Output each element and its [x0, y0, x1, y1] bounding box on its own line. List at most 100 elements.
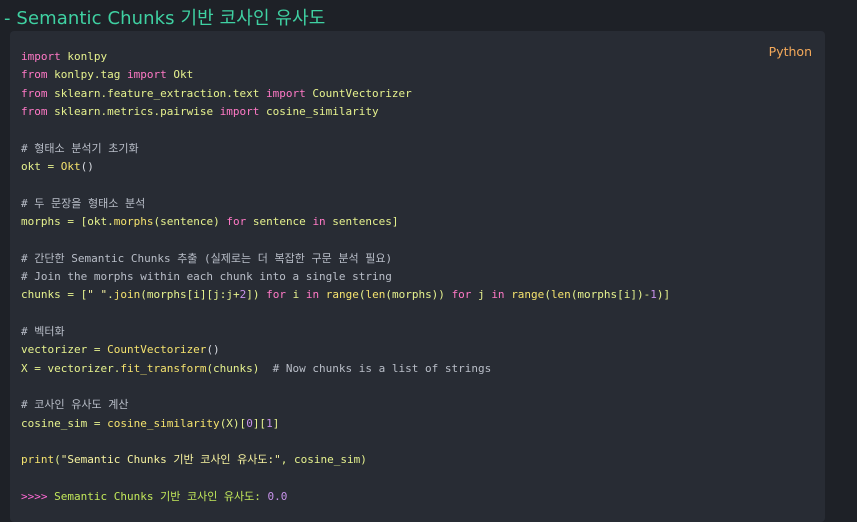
code-token: "Semantic Chunks 기반 코사인 유사도:" — [60, 453, 281, 467]
code-token: import — [21, 50, 61, 63]
code-token: ][ — [252, 416, 267, 430]
code-line: vectorizer = CountVectorizer() — [21, 341, 670, 359]
code-token: # 두 문장을 형태소 분석 — [21, 196, 146, 210]
code-line: >>>> Semantic Chunks 기반 코사인 유사도: 0.0 — [21, 488, 670, 506]
code-line: # 두 문장을 형태소 분석 — [21, 195, 670, 213]
code-token: okt = — [21, 159, 61, 173]
code-token: for — [451, 288, 472, 302]
code-token: cosine_sim = — [21, 416, 108, 430]
code-token: ( — [54, 453, 61, 467]
code-token: from — [21, 68, 48, 82]
code-token: for — [226, 214, 247, 228]
code-line: cosine_sim = cosine_similarity(X)[0][1] — [21, 415, 670, 433]
code-token: range — [511, 288, 545, 302]
code-token: # Now chunks is a list of strings — [272, 361, 492, 375]
code-token: # 형태소 분석기 초기화 — [21, 141, 139, 155]
code-token: 0.0 — [267, 489, 288, 503]
code-block: Python import konlpy from konlpy.tag impo… — [10, 31, 825, 522]
code-token: (sentence) — [153, 214, 227, 228]
code-token: Semantic Chunks 기반 코사인 유사도: — [54, 489, 268, 503]
code-token: import — [219, 104, 260, 118]
code-line: # Join the morphs within each chunk into… — [21, 268, 670, 286]
code-token: (morphs[i][j:j+ — [140, 288, 240, 302]
code-content: import konlpy from konlpy.tag import Okt f… — [21, 48, 670, 506]
code-line: # 형태소 분석기 초기화 — [21, 140, 670, 158]
code-token: >>>> — [21, 489, 55, 503]
code-line: from konlpy.tag import Okt — [21, 66, 670, 84]
code-token: print — [21, 453, 55, 467]
section-heading: - Semantic Chunks 기반 코사인 유사도 — [4, 8, 326, 29]
code-token: (morphs)) — [385, 288, 452, 302]
code-token: X = vectorizer. — [21, 361, 121, 375]
code-token: # 간단한 Semantic Chunks 추출 (실제로는 더 복잡한 구문 … — [21, 251, 393, 265]
code-token: import — [126, 68, 167, 82]
code-line: import konlpy — [21, 48, 670, 66]
code-line: print("Semantic Chunks 기반 코사인 유사도:", cos… — [21, 451, 670, 469]
code-token: ] — [272, 416, 280, 430]
code-line: from sklearn.feature_extraction.text imp… — [21, 85, 670, 103]
code-token: CountVectorizer — [305, 86, 412, 100]
code-line: from sklearn.metrics.pairwise import cos… — [21, 103, 670, 121]
code-token: cosine_similarity — [259, 104, 379, 118]
code-token: konlpy.tag — [47, 68, 127, 82]
code-token: # Join the morphs within each chunk into… — [21, 269, 392, 283]
code-token: in — [491, 288, 505, 302]
code-language-label: Python — [768, 44, 812, 59]
code-token: range — [325, 288, 359, 302]
code-line: okt = Okt() — [21, 158, 670, 176]
code-line: chunks = [" ".join(morphs[i][j:j+2]) for… — [21, 286, 670, 304]
code-token: i — [285, 288, 306, 302]
code-token: Okt — [166, 68, 194, 82]
code-token: (chunks) — [206, 361, 273, 375]
code-token: sentence — [246, 214, 313, 228]
code-token: " " — [87, 288, 108, 302]
code-token: len — [365, 288, 386, 302]
code-token: # 코사인 유사도 계산 — [21, 398, 129, 412]
code-token: ( — [544, 288, 551, 302]
code-token: 0 — [246, 416, 253, 430]
code-line: # 벡터화 — [21, 323, 670, 341]
code-token: (X)[ — [219, 416, 247, 430]
code-line: # 코사인 유사도 계산 — [21, 396, 670, 414]
code-token: from — [21, 104, 48, 118]
code-token: vectorizer = — [21, 343, 108, 357]
code-token: in — [312, 214, 326, 228]
code-token: for — [266, 288, 286, 302]
code-token: () — [80, 159, 94, 173]
code-token: j — [471, 288, 492, 302]
code-token: 1 — [650, 288, 657, 302]
code-token: sklearn.metrics.pairwise — [47, 104, 220, 118]
code-token: import — [266, 86, 306, 100]
code-token: cosine_similarity — [107, 416, 220, 430]
code-token: from — [21, 86, 48, 100]
code-token: konlpy — [60, 50, 108, 63]
code-token: chunks = [ — [21, 288, 88, 302]
code-token: . — [107, 288, 114, 302]
code-token: 1 — [266, 416, 273, 430]
code-token: CountVectorizer — [107, 343, 207, 357]
code-line: X = vectorizer.fit_transform(chunks) # N… — [21, 360, 670, 378]
code-token: in — [305, 288, 320, 302]
code-token: morphs — [113, 214, 154, 228]
code-token: sentences] — [325, 214, 399, 228]
code-token: Okt — [60, 159, 81, 173]
code-token: () — [206, 343, 220, 357]
code-token: join — [113, 288, 141, 302]
code-token: , cosine_sim) — [280, 453, 367, 467]
code-token: len — [550, 288, 571, 302]
code-token: (morphs[i])- — [570, 288, 651, 302]
code-token: # 벡터화 — [21, 324, 65, 338]
code-token: )] — [656, 288, 671, 302]
code-token: ]) — [246, 288, 267, 302]
code-token: sklearn.feature_extraction.text — [47, 86, 267, 100]
code-line: # 간단한 Semantic Chunks 추출 (실제로는 더 복잡한 구문 … — [21, 250, 670, 268]
code-token: fit_transform — [120, 361, 207, 375]
